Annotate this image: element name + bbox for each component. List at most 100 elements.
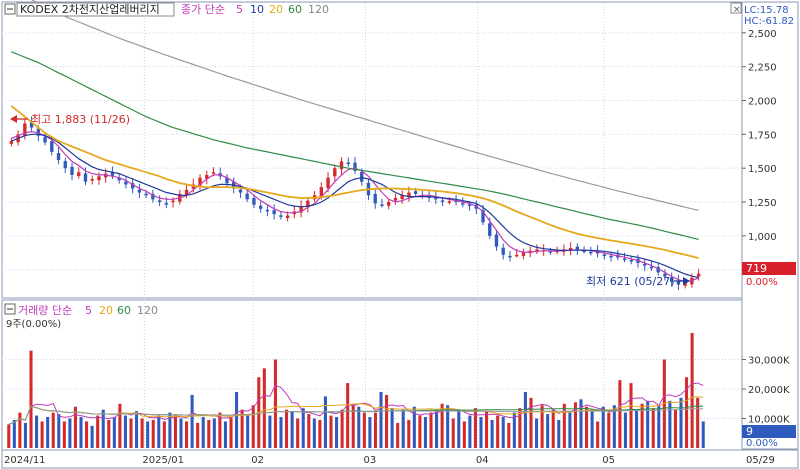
volume-bar xyxy=(29,350,33,448)
candle-body xyxy=(211,172,216,174)
volume-bar xyxy=(135,411,139,448)
volume-bar xyxy=(490,419,494,448)
volume-bar xyxy=(457,411,461,448)
volume-bar xyxy=(23,422,27,448)
candle-body xyxy=(50,141,54,152)
volume-bar xyxy=(235,391,239,448)
candle-body xyxy=(589,251,593,254)
volume-bar xyxy=(607,412,611,448)
price-tick-label: 1,750 xyxy=(748,130,777,141)
volume-bar xyxy=(423,417,427,448)
candle-body xyxy=(171,200,175,203)
price-tick-label: 2,000 xyxy=(748,97,777,108)
candle-body xyxy=(83,173,88,182)
volume-bar xyxy=(468,415,472,448)
candle-body xyxy=(339,161,344,170)
volume-bar xyxy=(51,412,55,448)
candle-body xyxy=(535,249,539,251)
volume-bar xyxy=(557,419,561,448)
x-tick-label: 03 xyxy=(364,455,377,466)
volume-bar xyxy=(646,400,650,448)
volume-bar xyxy=(357,406,361,448)
candle-body xyxy=(258,205,263,209)
volume-bar xyxy=(507,422,511,448)
volume-bar xyxy=(57,414,61,448)
volume-bar xyxy=(623,412,627,448)
candle-body xyxy=(643,264,647,266)
volume-bar xyxy=(96,415,100,448)
volume-bar xyxy=(657,405,661,448)
volume-bar xyxy=(385,394,389,448)
current-price: 719 xyxy=(746,262,767,275)
volume-bar xyxy=(568,412,572,448)
volume-bar xyxy=(68,418,72,448)
volume-bar xyxy=(318,419,322,448)
volume-bar xyxy=(118,403,122,448)
candle-body xyxy=(279,215,283,217)
volume-bar xyxy=(346,383,350,448)
x-axis-frame xyxy=(1,449,799,469)
volume-bar xyxy=(107,419,111,448)
volume-bar xyxy=(46,417,50,448)
volume-bar xyxy=(40,421,44,448)
candle-body xyxy=(164,203,169,205)
candle-body xyxy=(333,168,337,177)
volume-bar xyxy=(268,415,272,448)
volume-bar xyxy=(473,408,477,448)
legend-ma10: 10 xyxy=(250,3,264,16)
volume-bar xyxy=(596,421,600,448)
volume-bar xyxy=(140,418,144,448)
volume-bar xyxy=(251,405,255,448)
price-tick-label: 1,250 xyxy=(748,198,777,209)
volume-bar xyxy=(307,414,311,448)
volume-bar xyxy=(618,380,622,448)
volume-bar xyxy=(479,417,483,448)
legend-ma20: 20 xyxy=(269,3,283,16)
x-tick-label: 2025/01 xyxy=(142,455,184,466)
volume-bar xyxy=(373,412,377,448)
candle-body xyxy=(9,141,14,144)
volume-bar xyxy=(129,418,133,448)
volume-change: 0.00% xyxy=(746,438,778,449)
lc-label: LC:15.78 xyxy=(744,5,789,16)
volume-bar xyxy=(535,418,539,448)
volume-bar xyxy=(223,421,227,448)
volume-bar xyxy=(173,415,177,448)
volume-bar xyxy=(329,415,333,448)
volume-bar xyxy=(435,409,439,448)
close-icon[interactable]: × xyxy=(733,5,741,15)
current-change: 0.00% xyxy=(746,277,778,288)
volume-legend-20: 20 xyxy=(99,304,113,317)
volume-bar xyxy=(651,408,655,448)
current-volume: 9 xyxy=(746,425,753,438)
volume-bar xyxy=(196,422,200,448)
chart-window: 2,5002,2502,0001,7501,5001,2501,00075030… xyxy=(0,0,800,469)
volume-bar xyxy=(635,409,639,448)
candle-body xyxy=(346,162,350,165)
volume-bar xyxy=(212,418,216,448)
candle-body xyxy=(387,202,391,206)
volume-bar xyxy=(285,409,289,448)
candle-body xyxy=(515,254,519,257)
x-tick-label: 2024/11 xyxy=(4,455,46,466)
candle-body xyxy=(252,197,256,205)
price-legend-label: 종가 단순 xyxy=(181,3,225,16)
legend-ma60: 60 xyxy=(288,3,302,16)
volume-legend-label: 거래량 단순 xyxy=(18,304,72,317)
candle-body xyxy=(43,136,47,143)
volume-tick-label: 30,000K xyxy=(748,356,790,367)
volume-bar xyxy=(229,417,233,448)
volume-bar xyxy=(7,424,11,448)
volume-legend-5: 5 xyxy=(85,304,92,317)
volume-bar xyxy=(529,397,533,448)
volume-bar xyxy=(462,421,466,448)
volume-tick-label: 20,000K xyxy=(748,385,790,396)
volume-bar xyxy=(85,421,89,448)
volume-bar xyxy=(407,419,411,448)
volume-bar xyxy=(501,417,505,448)
candle-body xyxy=(373,193,377,204)
candle-body xyxy=(649,266,654,269)
candle-body xyxy=(622,258,627,261)
volume-sub-label: 9주(0.00%) xyxy=(6,319,61,330)
volume-bar xyxy=(290,411,294,448)
